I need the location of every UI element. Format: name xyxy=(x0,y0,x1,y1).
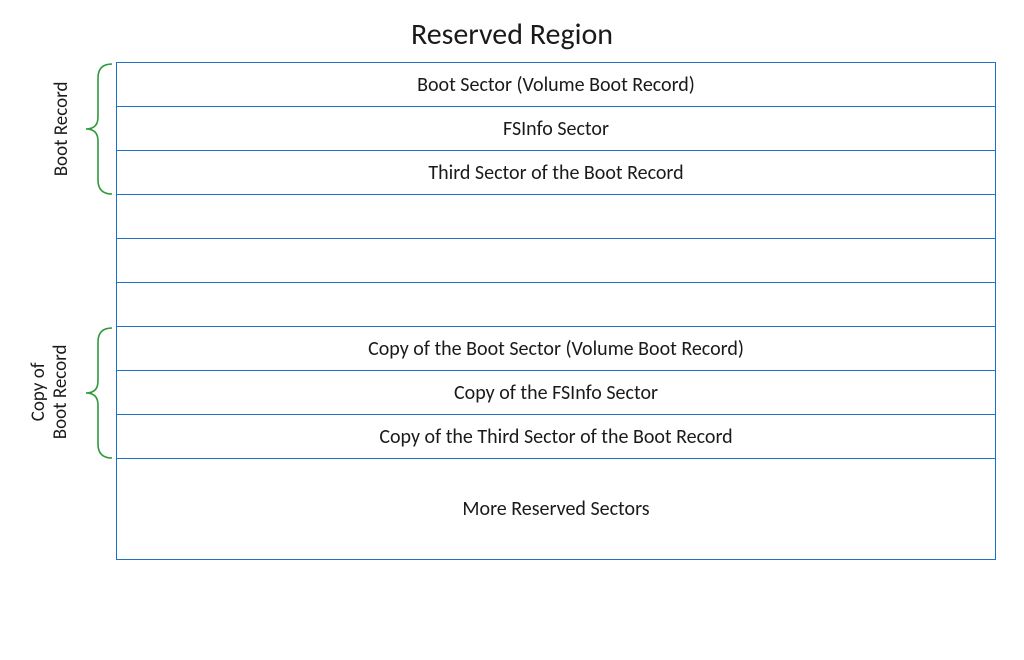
table-row: More Reserved Sectors xyxy=(117,459,995,559)
table-row xyxy=(117,239,995,283)
cell-label: More Reserved Sectors xyxy=(462,497,649,521)
sector-table: Boot Sector (Volume Boot Record) FSInfo … xyxy=(116,62,996,560)
side-label-boot-record: Boot Record xyxy=(51,69,73,189)
table-row xyxy=(117,195,995,239)
table-row: Copy of the Boot Sector (Volume Boot Rec… xyxy=(117,327,995,371)
side-label-text: Copy of xyxy=(27,362,50,421)
cell-label: Copy of the Third Sector of the Boot Rec… xyxy=(379,425,732,449)
side-label-text: Boot Record xyxy=(50,82,73,177)
table-row xyxy=(117,283,995,327)
brace-icon xyxy=(80,326,116,460)
cell-label: Third Sector of the Boot Record xyxy=(428,161,683,185)
cell-label: Copy of the Boot Sector (Volume Boot Rec… xyxy=(368,337,744,361)
diagram-canvas: Reserved Region Boot Sector (Volume Boot… xyxy=(0,0,1024,660)
cell-label: Copy of the FSInfo Sector xyxy=(454,381,658,405)
cell-label: Boot Sector (Volume Boot Record) xyxy=(417,73,695,97)
table-row: Copy of the FSInfo Sector xyxy=(117,371,995,415)
diagram-title: Reserved Region xyxy=(0,16,1024,53)
table-row: Copy of the Third Sector of the Boot Rec… xyxy=(117,415,995,459)
side-label-copy-boot-record: Copy of Boot Record xyxy=(28,332,72,452)
side-label-text: Boot Record xyxy=(49,344,72,439)
cell-label: FSInfo Sector xyxy=(503,117,609,141)
table-row: Third Sector of the Boot Record xyxy=(117,151,995,195)
brace-icon xyxy=(80,62,116,196)
table-row: Boot Sector (Volume Boot Record) xyxy=(117,63,995,107)
table-row: FSInfo Sector xyxy=(117,107,995,151)
